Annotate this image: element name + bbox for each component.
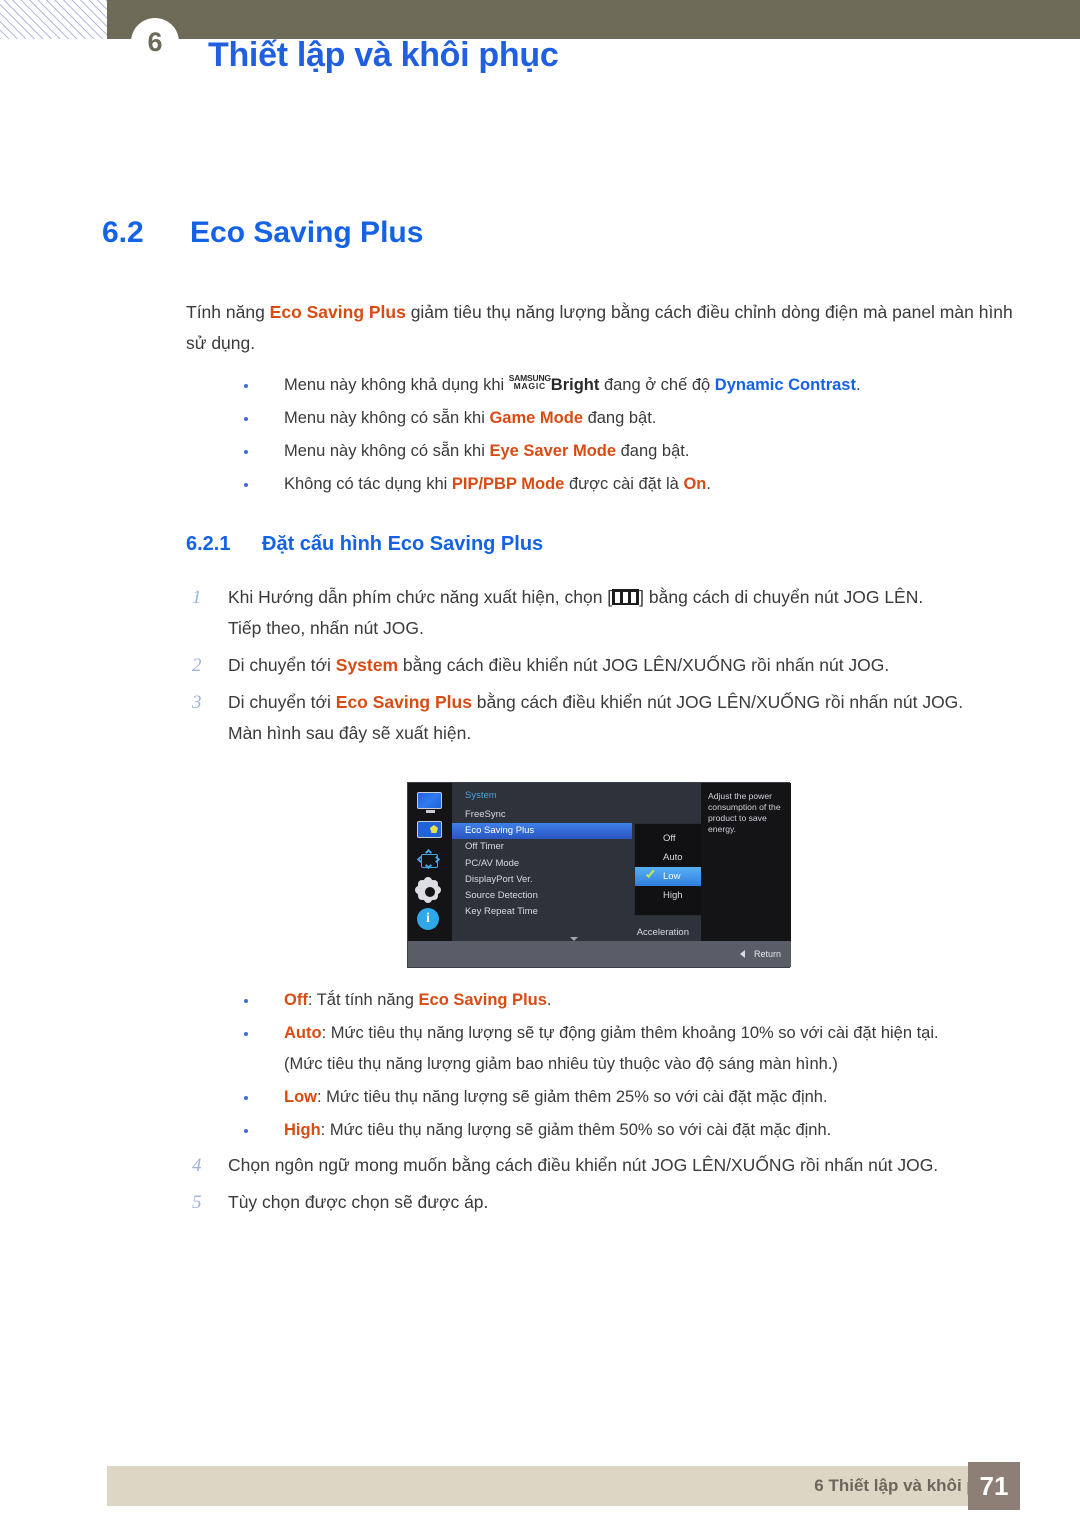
step-1-a: Di chuyển tới [228, 655, 336, 675]
subsection-title: Đặt cấu hình Eco Saving Plus [262, 533, 544, 555]
osd-menu-title: System [465, 790, 497, 801]
subsection-number: 6.2.1 [186, 533, 231, 555]
intro-text-a: Tính năng [186, 302, 270, 322]
header-bar [107, 0, 1080, 39]
osd-icon-sidebar: i [408, 783, 452, 943]
jog-menu-icon [612, 589, 640, 605]
back-arrow-icon [739, 950, 745, 958]
option-bullet-list: Off: Tắt tính năng Eco Saving Plus. Auto… [236, 985, 1026, 1148]
step-0-line2: Tiếp theo, nhấn nút JOG. [228, 618, 424, 638]
note-3-d: On [683, 475, 707, 493]
list-item: Menu này không khả dụng khi SAMSUNG MAGIC… [236, 370, 1026, 401]
list-item: 4 Chọn ngôn ngữ mong muốn bằng cách điều… [186, 1150, 1016, 1181]
option-3-a: : Mức tiêu thụ năng lượng sẽ giảm thêm 5… [320, 1121, 832, 1139]
page-title: Thiết lập và khôi phục [208, 36, 559, 74]
option-0-b: . [546, 991, 552, 1009]
note-1-c: đang bật. [583, 409, 657, 427]
list-item: Low: Mức tiêu thụ năng lượng sẽ giảm thê… [236, 1082, 1026, 1113]
step-4-text: Tùy chọn được chọn sẽ được áp. [228, 1192, 489, 1212]
page-number: 71 [968, 1462, 1020, 1510]
note-0-c: đang ở chế độ [599, 376, 715, 394]
step-number: 1 [192, 587, 202, 608]
chapter-number-badge: 6 [131, 18, 179, 66]
list-item: Menu này không có sẵn khi Game Mode đang… [236, 403, 1026, 434]
step-1-b: bằng cách điều khiển nút JOG LÊN/XUỐNG r… [398, 655, 890, 675]
info-icon: i [417, 908, 443, 930]
osd-footer-bar: Return [408, 941, 791, 967]
section-heading: 6.2 Eco Saving Plus [102, 216, 423, 250]
osd-screenshot-figure: i System FreeSync Eco Saving Plus Off Ti… [407, 782, 791, 968]
step-0-a: Khi Hướng dẫn phím chức năng xuất hiện, … [228, 587, 613, 607]
option-0-name: Off [284, 991, 308, 1009]
osd-body: i System FreeSync Eco Saving Plus Off Ti… [408, 783, 791, 943]
steps-bottom-list: 4 Chọn ngôn ngữ mong muốn bằng cách điều… [186, 1150, 1016, 1224]
step-3-text: Chọn ngôn ngữ mong muốn bằng cách điều k… [228, 1155, 939, 1175]
list-item: 3 Di chuyển tới Eco Saving Plus bằng các… [186, 687, 1016, 749]
monitor-icon [417, 792, 443, 813]
option-1-name: Auto [284, 1024, 322, 1042]
intro-term: Eco Saving Plus [269, 302, 406, 322]
samsung-magic-logo: SAMSUNG MAGIC [509, 373, 551, 391]
osd-help-text: Adjust the power consumption of the prod… [701, 783, 791, 943]
note-bullet-list: Menu này không khả dụng khi SAMSUNG MAGIC… [236, 370, 1026, 502]
document-page: 6 Thiết lập và khôi phục 6.2 Eco Saving P… [0, 0, 1080, 1527]
list-item: 1 Khi Hướng dẫn phím chức năng xuất hiện… [186, 582, 1016, 644]
note-2-a: Menu này không có sẵn khi [284, 442, 490, 460]
note-3-b: PIP/PBP Mode [451, 475, 565, 493]
section-number: 6.2 [102, 216, 144, 249]
step-number: 4 [192, 1155, 202, 1176]
list-item: Menu này không có sẵn khi Eye Saver Mode… [236, 436, 1026, 467]
osd-menu-item-freesync[interactable]: FreeSync [452, 807, 701, 823]
note-0-d: Dynamic Contrast [714, 376, 856, 394]
list-item: High: Mức tiêu thụ năng lượng sẽ giảm th… [236, 1115, 1026, 1146]
osd-key-repeat-value: Acceleration [636, 927, 689, 938]
magic-line2: MAGIC [513, 381, 546, 391]
note-2-c: đang bật. [616, 442, 690, 460]
step-number: 2 [192, 655, 202, 676]
option-1-line2: (Mức tiêu thụ năng lượng giảm bao nhiêu … [284, 1055, 838, 1073]
option-3-name: High [284, 1121, 321, 1139]
intro-paragraph: Tính năng Eco Saving Plus giảm tiêu thụ … [186, 297, 1014, 359]
subsection-heading: 6.2.1 Đặt cấu hình Eco Saving Plus [186, 533, 543, 556]
header-hatch-decoration [0, 0, 107, 39]
note-0-e: . [855, 376, 861, 394]
step-2-line2: Màn hình sau đây sẽ xuất hiện. [228, 723, 472, 743]
option-1-a: : Mức tiêu thụ năng lượng sẽ tự động giả… [321, 1024, 939, 1042]
step-2-term: Eco Saving Plus [335, 692, 472, 712]
list-item: 5 Tùy chọn được chọn sẽ được áp. [186, 1187, 1016, 1218]
step-number: 5 [192, 1192, 202, 1213]
option-0-a: : Tắt tính năng [307, 991, 419, 1009]
osd-return-label[interactable]: Return [754, 949, 781, 959]
list-item: Không có tác dụng khi PIP/PBP Mode được … [236, 469, 1026, 500]
note-2-b: Eye Saver Mode [489, 442, 617, 460]
note-0-b: Bright [550, 376, 600, 394]
option-2-a: : Mức tiêu thụ năng lượng sẽ giảm thêm 2… [317, 1088, 828, 1106]
list-item: Auto: Mức tiêu thụ năng lượng sẽ tự động… [236, 1018, 1026, 1080]
picture-icon [417, 821, 443, 840]
step-2-a: Di chuyển tới [228, 692, 336, 712]
list-item: 2 Di chuyển tới System bằng cách điều kh… [186, 650, 1016, 681]
option-2-name: Low [284, 1088, 317, 1106]
section-title: Eco Saving Plus [190, 216, 424, 249]
check-icon [645, 871, 655, 881]
list-item: Off: Tắt tính năng Eco Saving Plus. [236, 985, 1026, 1016]
osd-menu-item-eco-saving-plus[interactable]: Eco Saving Plus [452, 823, 632, 840]
step-1-term: System [335, 655, 399, 675]
note-3-c: được cài đặt là [564, 475, 684, 493]
pip-pbp-icon [416, 848, 443, 870]
gear-icon [417, 879, 443, 901]
option-0-term: Eco Saving Plus [418, 991, 547, 1009]
osd-menu-panel: System FreeSync Eco Saving Plus Off Time… [452, 783, 763, 943]
osd-submenu-option-low-label: Low [663, 871, 681, 882]
note-3-e: . [706, 475, 711, 493]
step-0-b: ] bằng cách di chuyển nút JOG LÊN. [639, 587, 924, 607]
steps-top-list: 1 Khi Hướng dẫn phím chức năng xuất hiện… [186, 582, 1016, 755]
note-0-a: Menu này không khả dụng khi [284, 376, 509, 394]
note-3-a: Không có tác dụng khi [284, 475, 452, 493]
step-number: 3 [192, 692, 202, 713]
note-1-b: Game Mode [489, 409, 583, 427]
note-1-a: Menu này không có sẵn khi [284, 409, 490, 427]
step-2-b: bằng cách điều khiển nút JOG LÊN/XUỐNG r… [471, 692, 964, 712]
